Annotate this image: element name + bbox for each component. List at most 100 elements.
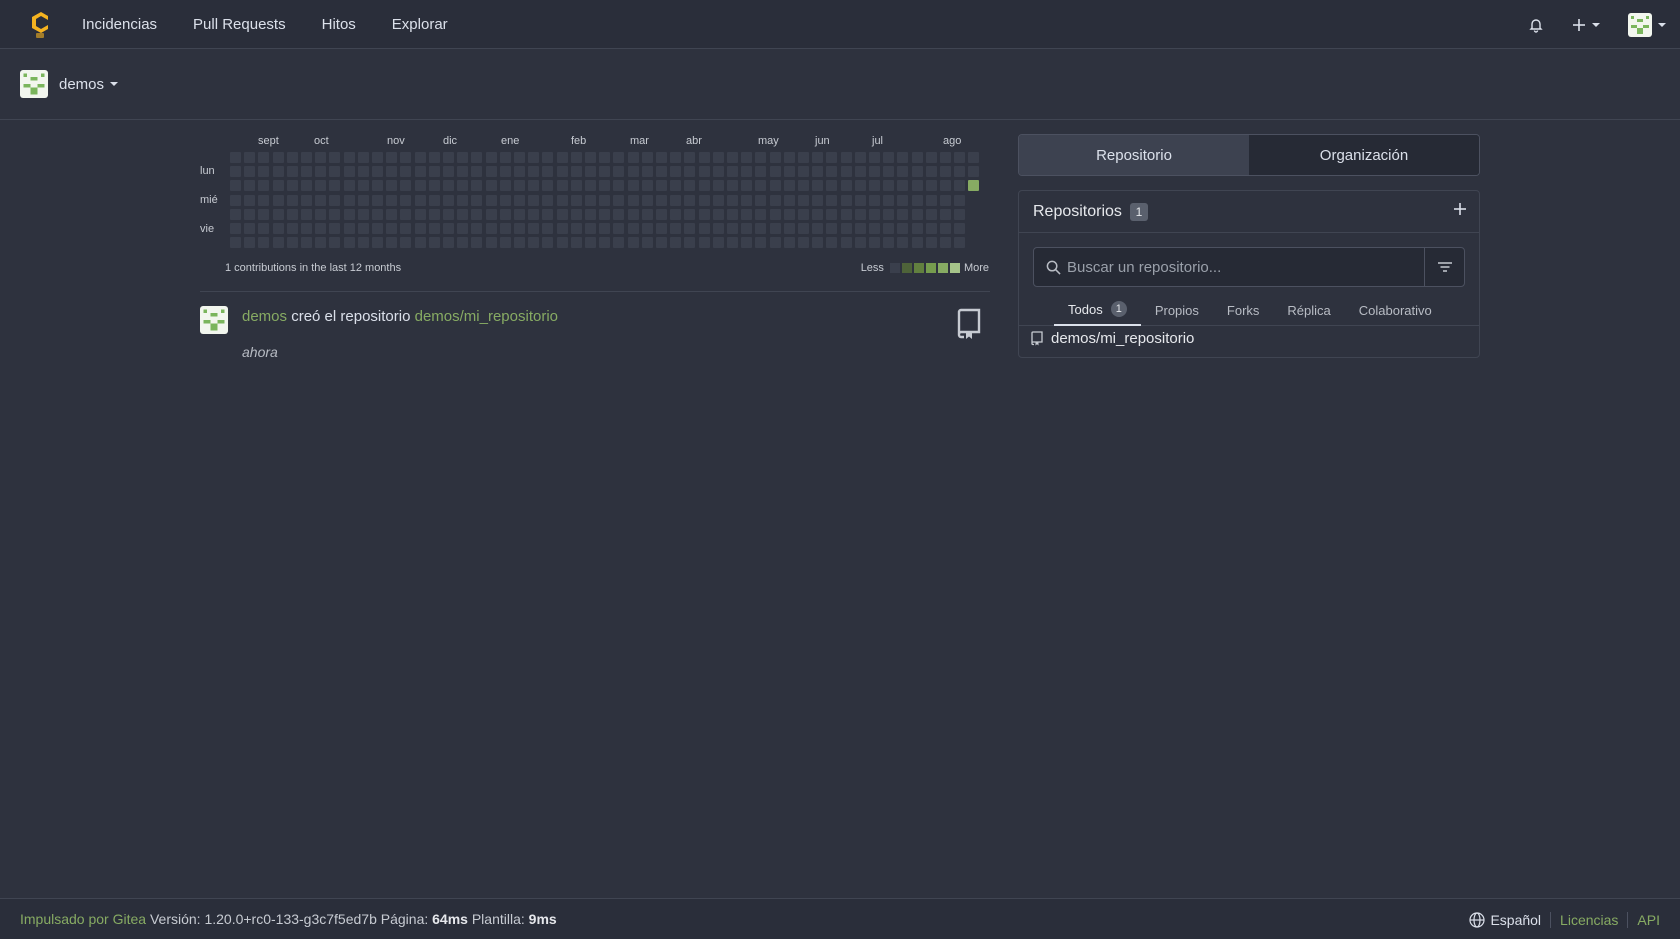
heatmap-cell[interactable] (769, 237, 781, 249)
heatmap-cell[interactable] (641, 152, 653, 163)
heatmap-cell[interactable] (684, 237, 696, 249)
heatmap-cell[interactable] (897, 223, 909, 234)
heatmap-cell[interactable] (869, 152, 880, 163)
tab-mirrors[interactable]: Réplica (1273, 294, 1344, 326)
heatmap-cell[interactable] (343, 237, 355, 249)
heatmap-cell[interactable] (514, 166, 525, 178)
heatmap-cell[interactable] (471, 180, 483, 192)
heatmap-cell[interactable] (428, 166, 440, 178)
heatmap-cell[interactable] (329, 223, 341, 234)
heatmap-cell[interactable] (769, 180, 781, 192)
heatmap-cell[interactable] (301, 237, 312, 249)
heatmap-cell[interactable] (585, 180, 596, 192)
heatmap-cell[interactable] (769, 223, 781, 234)
heatmap-cell[interactable] (258, 194, 270, 206)
heatmap-cell[interactable] (514, 152, 525, 163)
heatmap-cell[interactable] (570, 152, 582, 163)
heatmap-cell[interactable] (897, 152, 909, 163)
heatmap-cell[interactable] (258, 180, 270, 192)
heatmap-cell[interactable] (457, 180, 469, 192)
heatmap-cell[interactable] (670, 223, 682, 234)
heatmap-cell[interactable] (783, 166, 795, 178)
heatmap-cell[interactable] (499, 166, 511, 178)
heatmap-cell[interactable] (514, 237, 525, 249)
heatmap-cell[interactable] (698, 180, 710, 192)
heatmap-cell[interactable] (656, 194, 667, 206)
heatmap-cell[interactable] (925, 180, 937, 192)
tab-organization[interactable]: Organización (1249, 135, 1479, 175)
heatmap-cell[interactable] (272, 166, 284, 178)
heatmap-cell[interactable] (315, 180, 327, 192)
heatmap-cell[interactable] (727, 166, 738, 178)
heatmap-cell[interactable] (542, 152, 554, 163)
heatmap-cell[interactable] (854, 152, 866, 163)
heatmap-cell[interactable] (911, 223, 923, 234)
heatmap-cell[interactable] (656, 180, 667, 192)
heatmap-cell[interactable] (570, 237, 582, 249)
heatmap-cell[interactable] (727, 152, 738, 163)
heatmap-cell[interactable] (627, 180, 639, 192)
heatmap-cell[interactable] (457, 166, 469, 178)
heatmap-cell[interactable] (783, 208, 795, 220)
heatmap-cell[interactable] (230, 223, 241, 234)
heatmap-cell[interactable] (712, 237, 724, 249)
heatmap-cell[interactable] (954, 208, 966, 220)
heatmap-cell[interactable] (783, 152, 795, 163)
heatmap-cell[interactable] (812, 152, 824, 163)
heatmap-cell[interactable] (301, 180, 312, 192)
heatmap-cell[interactable] (641, 194, 653, 206)
heatmap-cell[interactable] (556, 152, 568, 163)
heatmap-cell[interactable] (542, 180, 554, 192)
heatmap-cell[interactable] (840, 166, 852, 178)
heatmap-cell[interactable] (698, 208, 710, 220)
heatmap-cell[interactable] (286, 166, 298, 178)
heatmap-cell[interactable] (528, 152, 540, 163)
heatmap-cell[interactable] (613, 223, 625, 234)
heatmap-cell[interactable] (315, 237, 327, 249)
heatmap-cell[interactable] (698, 194, 710, 206)
heatmap-cell[interactable] (883, 194, 895, 206)
heatmap-cell[interactable] (499, 223, 511, 234)
heatmap-cell[interactable] (585, 223, 596, 234)
heatmap-cell[interactable] (826, 180, 838, 192)
tab-all[interactable]: Todos 1 (1054, 294, 1141, 326)
heatmap-cell[interactable] (315, 152, 327, 163)
heatmap-cell[interactable] (585, 194, 596, 206)
heatmap-cell[interactable] (783, 223, 795, 234)
heatmap-cell[interactable] (244, 237, 256, 249)
heatmap-cell[interactable] (741, 166, 753, 178)
heatmap-cell[interactable] (869, 237, 880, 249)
heatmap-cell[interactable] (414, 194, 426, 206)
heatmap-cell[interactable] (854, 237, 866, 249)
heatmap-cell[interactable] (244, 223, 256, 234)
heatmap-cell[interactable] (599, 223, 611, 234)
heatmap-cell[interactable] (443, 152, 454, 163)
heatmap-cell[interactable] (329, 194, 341, 206)
heatmap-cell[interactable] (627, 152, 639, 163)
heatmap-cell[interactable] (514, 194, 525, 206)
heatmap-cell[interactable] (542, 223, 554, 234)
heatmap-cell[interactable] (599, 194, 611, 206)
heatmap-cell[interactable] (499, 194, 511, 206)
heatmap-cell[interactable] (727, 208, 738, 220)
heatmap-cell[interactable] (343, 194, 355, 206)
heatmap-cell[interactable] (499, 237, 511, 249)
heatmap-cell[interactable] (911, 237, 923, 249)
heatmap-cell[interactable] (443, 223, 454, 234)
heatmap-cell[interactable] (670, 237, 682, 249)
heatmap-cell[interactable] (712, 180, 724, 192)
heatmap-cell[interactable] (443, 237, 454, 249)
heatmap-cell[interactable] (386, 166, 398, 178)
heatmap-cell[interactable] (471, 194, 483, 206)
heatmap-cell[interactable] (400, 237, 412, 249)
heatmap-cell[interactable] (414, 223, 426, 234)
heatmap-cell[interactable] (940, 180, 951, 192)
heatmap-cell[interactable] (244, 166, 256, 178)
heatmap-cell[interactable] (712, 208, 724, 220)
heatmap-cell[interactable] (812, 194, 824, 206)
heatmap-cell[interactable] (883, 237, 895, 249)
heatmap-cell[interactable] (684, 223, 696, 234)
heatmap-cell[interactable] (386, 180, 398, 192)
heatmap-cell[interactable] (641, 223, 653, 234)
heatmap-cell[interactable] (244, 208, 256, 220)
